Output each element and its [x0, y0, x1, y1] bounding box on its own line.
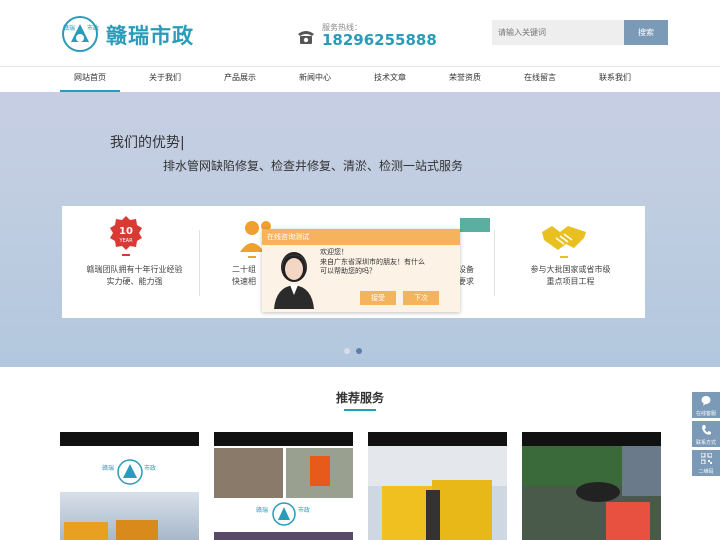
- site-logo-text[interactable]: 赣瑞市政: [106, 20, 194, 50]
- side-label: 二维码: [698, 469, 714, 475]
- side-label: 联系方式: [695, 440, 716, 446]
- handshake-icon: [542, 226, 586, 258]
- nav-item-products[interactable]: 产品展示: [210, 67, 270, 92]
- advantage-line: 要求: [458, 277, 474, 286]
- svg-text:市政: 市政: [87, 24, 99, 32]
- section-underline: [344, 409, 376, 411]
- svg-text:市政: 市政: [144, 464, 156, 472]
- advantage-line: 赣瑞团队拥有十年行业经验: [86, 265, 183, 274]
- chat-accept-button[interactable]: 接受: [360, 291, 396, 305]
- svg-text:赣瑞: 赣瑞: [102, 464, 114, 472]
- advantage-line: 参与大批国家或省市级: [530, 265, 611, 274]
- search-input[interactable]: [492, 20, 624, 45]
- service-card[interactable]: [368, 432, 507, 540]
- hotline-number: 18296255888: [322, 31, 437, 49]
- service-card[interactable]: [522, 432, 661, 540]
- chat-message-line: 可以帮助您的吗？: [320, 267, 376, 275]
- svg-text:市政: 市政: [298, 506, 310, 514]
- search-button[interactable]: 搜索: [624, 20, 668, 45]
- advantages-heading: 我们的优势|: [110, 135, 185, 151]
- side-online-service[interactable]: 在线客服: [692, 392, 720, 418]
- nav-item-contact[interactable]: 联系我们: [585, 67, 645, 92]
- svg-text:赣瑞: 赣瑞: [256, 506, 268, 514]
- advantage-line: 重点项目工程: [546, 277, 595, 286]
- advantage-line: 快速相: [232, 277, 256, 286]
- side-label: 在线客服: [695, 411, 716, 417]
- advantage-line: 设备: [458, 265, 474, 274]
- chat-later-button[interactable]: 下次: [403, 291, 439, 305]
- main-nav: 网站首页 关于我们 产品展示 新闻中心 技术文章 荣誉资质 在线留言 联系我们: [0, 66, 720, 92]
- service-card[interactable]: 赣瑞 市政: [60, 432, 199, 540]
- side-qr-code[interactable]: 二维码: [692, 450, 720, 476]
- badge-number: 10: [119, 226, 133, 237]
- divider: [199, 230, 200, 296]
- card-logo-icon: 赣瑞 市政: [102, 459, 156, 485]
- logo-icon[interactable]: 赣瑞 市政: [58, 14, 102, 54]
- chat-message-line: 来自广东省深圳市的朋友！有什么: [320, 257, 425, 266]
- chat-popup-title: 在线咨询测试: [262, 229, 460, 245]
- nav-item-home[interactable]: 网站首页: [60, 67, 120, 92]
- badge-word: YEAR: [118, 238, 133, 244]
- card-logo-icon: 赣瑞 市政: [256, 502, 310, 526]
- divider: [494, 230, 495, 296]
- chat-message: 欢迎您！ 来自广东省深圳市的朋友！有什么 可以帮助您的吗？: [320, 248, 425, 277]
- advantage-line: 实力硬、能力强: [106, 277, 163, 286]
- svg-text:赣瑞: 赣瑞: [63, 24, 75, 32]
- slide-dot-active[interactable]: [356, 348, 362, 354]
- nav-item-news[interactable]: 新闻中心: [285, 67, 345, 92]
- site-header: 赣瑞 市政 赣瑞市政 服务热线： 18296255888 搜索: [0, 0, 720, 66]
- ten-year-badge-icon: 10 YEAR: [110, 216, 142, 256]
- equipment-icon: [460, 218, 490, 232]
- side-contact[interactable]: 联系方式: [692, 421, 720, 447]
- advantages-subheading: 排水管网缺陷修复、检查井修复、清淤、检测一站式服务: [163, 159, 464, 173]
- nav-item-message[interactable]: 在线留言: [510, 67, 570, 92]
- phone-icon: [298, 31, 314, 44]
- nav-item-articles[interactable]: 技术文章: [360, 67, 420, 92]
- nav-item-honors[interactable]: 荣誉资质: [435, 67, 495, 92]
- chat-popup: 在线咨询测试 欢迎您！ 来自广东省深圳市的朋友！有什么 可以帮助您的吗？ 接受 …: [262, 229, 460, 312]
- advantage-item: 10 YEAR 赣瑞团队拥有十年行业经验 实力硬、能力强: [62, 206, 207, 318]
- agent-avatar: [274, 252, 314, 309]
- section-title: 推荐服务: [335, 391, 384, 405]
- slide-dot[interactable]: [344, 348, 350, 354]
- phone-icon: [702, 425, 711, 435]
- chat-message-line: 欢迎您！: [320, 248, 348, 256]
- service-card[interactable]: 赣瑞 市政: [214, 432, 353, 540]
- chat-bubble-icon: [701, 396, 711, 406]
- nav-item-about[interactable]: 关于我们: [135, 67, 195, 92]
- advantage-line: 二十组: [232, 265, 256, 274]
- advantage-item: 参与大批国家或省市级 重点项目工程: [498, 206, 643, 318]
- qr-code-icon: [701, 453, 712, 464]
